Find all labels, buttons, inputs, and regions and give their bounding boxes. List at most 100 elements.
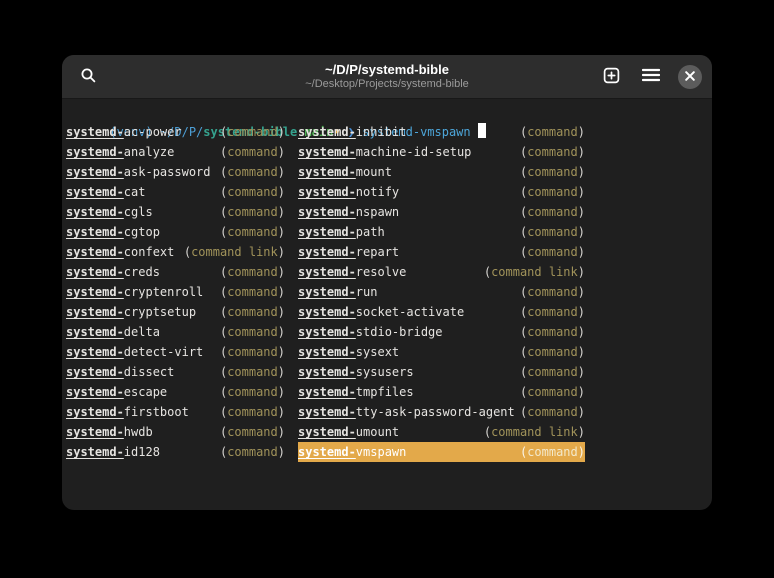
command-name: systemd-tty-ask-password-agent (298, 402, 515, 422)
search-icon (80, 67, 97, 87)
terminal-pane[interactable]: (venv) ~/D/P/systemd-bible main• ❯ syste… (62, 99, 712, 510)
command-name: systemd-creds (66, 262, 160, 282)
completion-item[interactable]: systemd-escape (command) (66, 382, 285, 402)
command-name: systemd-ac-power (66, 122, 182, 142)
completion-item[interactable]: systemd-cryptenroll(command) (66, 282, 285, 302)
completion-menu: systemd-ac-power(command)systemd-analyze… (66, 122, 708, 462)
command-name: systemd-inhibit (298, 122, 406, 142)
completion-item[interactable]: systemd-cgls (command) (66, 202, 285, 222)
command-name: systemd-dissect (66, 362, 174, 382)
completion-annotation: (command) (520, 242, 585, 262)
completion-item[interactable]: systemd-tmpfiles(command) (298, 382, 585, 402)
titlebar[interactable]: ~/D/P/systemd-bible ~/Desktop/Projects/s… (62, 55, 712, 99)
completion-annotation: (command) (220, 402, 285, 422)
completion-item[interactable]: systemd-analyze (command) (66, 142, 285, 162)
completion-item[interactable]: systemd-mount (command) (298, 162, 585, 182)
new-tab-button[interactable] (598, 64, 624, 90)
close-icon (685, 69, 695, 84)
completion-annotation: (command) (220, 162, 285, 182)
terminal-window: ~/D/P/systemd-bible ~/Desktop/Projects/s… (62, 55, 712, 510)
completion-item[interactable]: systemd-creds (command) (66, 262, 285, 282)
completion-item[interactable]: systemd-stdio-bridge(command) (298, 322, 585, 342)
command-name: systemd-cgls (66, 202, 153, 222)
completion-annotation: (command) (520, 182, 585, 202)
completion-annotation: (command) (520, 162, 585, 182)
completion-annotation: (command) (220, 442, 285, 462)
command-name: systemd-sysusers (298, 362, 414, 382)
completion-item[interactable]: systemd-confext(command link) (66, 242, 285, 262)
completion-annotation: (command) (220, 302, 285, 322)
completion-item[interactable]: systemd-path(command) (298, 222, 585, 242)
command-name: systemd-vmspawn (298, 442, 406, 462)
menu-button[interactable] (638, 64, 664, 90)
completion-annotation: (command) (220, 342, 285, 362)
command-name: systemd-delta (66, 322, 160, 342)
command-name: systemd-sysext (298, 342, 399, 362)
command-name: systemd-hwdb (66, 422, 153, 442)
completion-item[interactable]: systemd-umount(command link) (298, 422, 585, 442)
completion-item[interactable]: systemd-ac-power (command) (66, 122, 285, 142)
completion-annotation: (command) (220, 122, 285, 142)
completion-annotation: (command) (220, 142, 285, 162)
completion-item[interactable]: systemd-cat(command) (66, 182, 285, 202)
completion-annotation: (command) (520, 282, 585, 302)
search-button[interactable] (75, 64, 101, 90)
completion-item[interactable]: systemd-sysusers(command) (298, 362, 585, 382)
completion-item[interactable]: systemd-delta(command) (66, 322, 285, 342)
completion-annotation: (command) (220, 202, 285, 222)
completion-annotation: (command) (520, 222, 585, 242)
menu-icon (642, 68, 660, 85)
command-name: systemd-id128 (66, 442, 160, 462)
completion-item[interactable]: systemd-dissect(command) (66, 362, 285, 382)
command-name: systemd-cryptsetup (66, 302, 196, 322)
completion-item[interactable]: systemd-notify (command) (298, 182, 585, 202)
completion-annotation: (command) (520, 402, 585, 422)
completion-item[interactable]: systemd-inhibit (command) (298, 122, 585, 142)
command-name: systemd-run (298, 282, 377, 302)
completion-annotation: (command link) (184, 242, 285, 262)
completion-item[interactable]: systemd-repart (command) (298, 242, 585, 262)
command-name: systemd-machine-id-setup (298, 142, 471, 162)
completion-annotation: (command) (520, 122, 585, 142)
completion-annotation: (command) (220, 382, 285, 402)
command-name: systemd-ask-password (66, 162, 211, 182)
command-name: systemd-cgtop (66, 222, 160, 242)
completions-right: systemd-inhibit(command)systemd-machine-… (298, 122, 585, 462)
completion-item[interactable]: systemd-cgtop(command) (66, 222, 285, 242)
command-name: systemd-repart (298, 242, 399, 262)
completion-annotation: (command) (220, 262, 285, 282)
completion-item[interactable]: systemd-socket-activate(command) (298, 302, 585, 322)
completion-item[interactable]: systemd-cryptsetup (command) (66, 302, 285, 322)
window-subtitle: ~/Desktop/Projects/systemd-bible (305, 78, 469, 91)
command-name: systemd-nspawn (298, 202, 399, 222)
completion-item[interactable]: systemd-ask-password (command) (66, 162, 285, 182)
command-name: systemd-mount (298, 162, 392, 182)
completion-annotation: (command) (520, 142, 585, 162)
completion-item[interactable]: systemd-resolve(command link) (298, 262, 585, 282)
new-tab-icon (603, 67, 620, 87)
completion-item[interactable]: systemd-detect-virt(command) (66, 342, 285, 362)
completion-annotation: (command) (520, 302, 585, 322)
close-button[interactable] (678, 65, 702, 89)
completion-annotation: (command) (520, 382, 585, 402)
completion-annotation: (command) (520, 202, 585, 222)
completion-item[interactable]: systemd-machine-id-setup (command) (298, 142, 585, 162)
completion-annotation: (command) (520, 322, 585, 342)
completion-annotation: (command) (520, 442, 585, 462)
command-name: systemd-cryptenroll (66, 282, 203, 302)
completion-item[interactable]: systemd-tty-ask-password-agent(command) (298, 402, 585, 422)
completion-item[interactable]: systemd-vmspawn (command) (298, 442, 585, 462)
command-name: systemd-notify (298, 182, 399, 202)
completion-item[interactable]: systemd-id128 (command) (66, 442, 285, 462)
completion-item[interactable]: systemd-nspawn (command) (298, 202, 585, 222)
completion-item[interactable]: systemd-hwdb(command) (66, 422, 285, 442)
completion-item[interactable]: systemd-firstboot (command) (66, 402, 285, 422)
completion-item[interactable]: systemd-sysext(command) (298, 342, 585, 362)
completion-item[interactable]: systemd-run (command) (298, 282, 585, 302)
command-name: systemd-firstboot (66, 402, 189, 422)
command-name: systemd-analyze (66, 142, 174, 162)
completion-annotation: (command link) (484, 262, 585, 282)
command-name: systemd-escape (66, 382, 167, 402)
command-name: systemd-cat (66, 182, 145, 202)
completion-annotation: (command link) (484, 422, 585, 442)
